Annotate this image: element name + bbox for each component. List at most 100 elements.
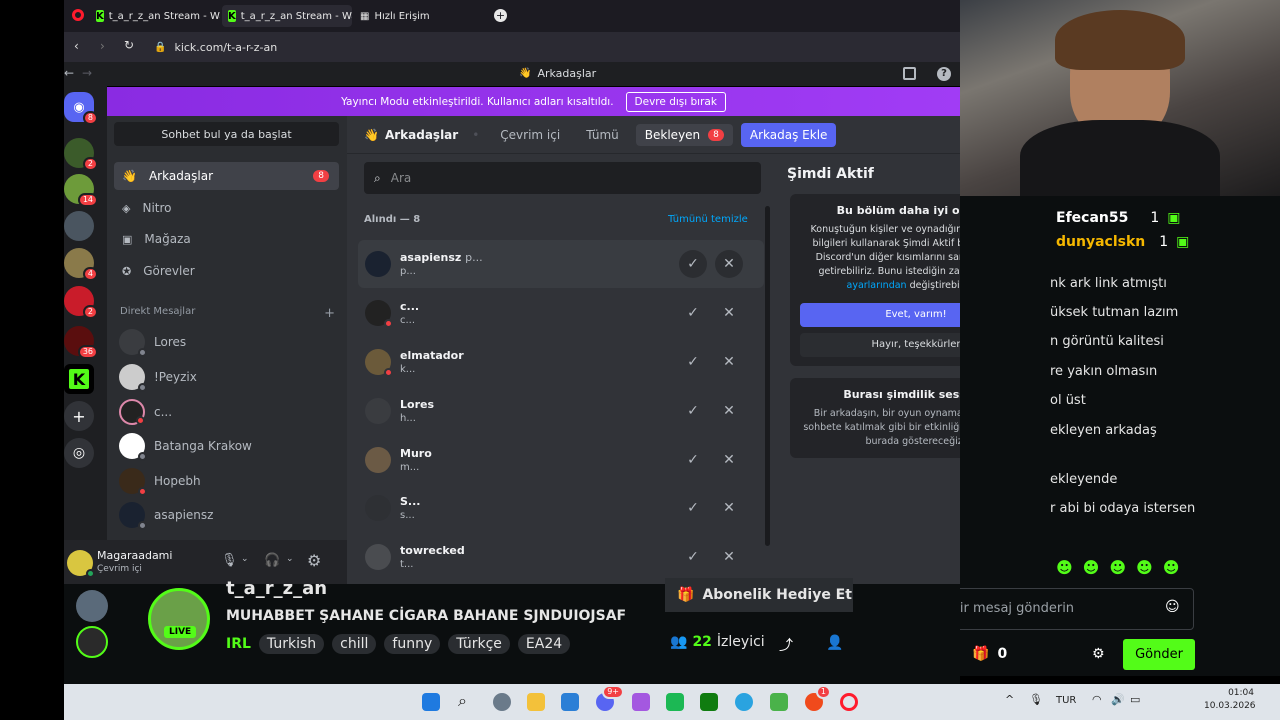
help-icon[interactable]: ? [937, 67, 951, 81]
pending-request-row[interactable]: S... s... ✓ ✕ [358, 484, 764, 532]
chat-username[interactable]: dunyaclskn [1056, 234, 1145, 250]
volume-icon[interactable]: 🔊 [1111, 693, 1125, 706]
reject-icon[interactable]: ✕ [715, 446, 743, 474]
follow-user-icon[interactable]: 👤 [826, 635, 843, 651]
friends-search-input[interactable]: ⌕ Ara [364, 162, 761, 194]
brave-icon[interactable]: 1 [805, 685, 831, 711]
file-explorer-icon[interactable] [527, 693, 545, 711]
accept-icon[interactable]: ✓ [679, 299, 707, 327]
accept-icon[interactable]: ✓ [679, 397, 707, 425]
nav-friends[interactable]: 👋 Arkadaşlar 8 [114, 162, 339, 190]
tab-all[interactable]: Tümü [577, 124, 628, 146]
app-icon[interactable] [666, 693, 684, 711]
inbox-icon[interactable] [903, 67, 916, 80]
chat-username[interactable]: Efecan55 [1056, 210, 1128, 226]
tab-stream-1[interactable]: K t_a_r_z_an Stream - Watch [90, 5, 220, 27]
tab-quick-access[interactable]: ▦ Hızlı Erişim [354, 5, 464, 27]
pending-request-row[interactable]: Muro m... ✓ ✕ [358, 436, 764, 484]
accept-icon[interactable]: ✓ [679, 446, 707, 474]
dm-item[interactable]: asapiensz [119, 500, 339, 530]
tag[interactable]: Turkish [258, 634, 325, 654]
start-icon[interactable] [422, 693, 440, 711]
server-icon-3[interactable]: 14 [64, 174, 98, 207]
xbox-icon[interactable] [700, 693, 718, 711]
user-avatar[interactable] [67, 550, 95, 578]
forward-icon[interactable]: › [100, 39, 105, 53]
tag[interactable]: EA24 [517, 634, 571, 654]
photos-icon[interactable] [561, 693, 579, 711]
back-arrow-icon[interactable]: ← [64, 66, 74, 80]
settings-icon[interactable] [493, 693, 511, 711]
app-icon[interactable] [770, 693, 788, 711]
forward-arrow-icon[interactable]: → [82, 66, 92, 80]
emote-row[interactable]: ☻☻☻☻☻ [1056, 558, 1189, 577]
accept-icon[interactable]: ✓ [679, 250, 707, 278]
clear-all-link[interactable]: Tümünü temizle [668, 214, 748, 225]
tag[interactable]: funny [384, 634, 441, 654]
nav-nitro[interactable]: ◈ Nitro [114, 194, 339, 222]
dm-item[interactable]: c... [119, 397, 339, 427]
app-icon[interactable] [632, 693, 650, 711]
pending-request-row[interactable]: towrecked t... ✓ ✕ [358, 533, 764, 581]
server-icon-4[interactable] [64, 211, 94, 241]
url-field[interactable]: 🔒 kick.com/t-a-r-z-an [154, 37, 954, 57]
send-button[interactable]: Gönder [1123, 639, 1195, 670]
server-icon-5[interactable]: 4 [64, 248, 98, 281]
sidebar-channel-avatar[interactable] [76, 590, 108, 622]
pending-request-row[interactable]: Lores h... ✓ ✕ [358, 387, 764, 435]
pending-request-row[interactable]: asapiensz p... p... ✓ ✕ [358, 240, 764, 288]
tag[interactable]: chill [332, 634, 377, 654]
tab-stream-2[interactable]: K t_a_r_z_an Stream - Watch [222, 5, 352, 27]
streamer-avatar[interactable] [148, 588, 210, 650]
chevron-up-icon[interactable]: ^ [1005, 693, 1014, 706]
reject-icon[interactable]: ✕ [715, 494, 743, 522]
add-dm-icon[interactable]: + [324, 306, 335, 321]
discord-home-icon[interactable]: ◉ 8 [64, 92, 98, 125]
reload-icon[interactable]: ↻ [124, 38, 134, 52]
dm-item[interactable]: Batanga Krakow [119, 431, 339, 461]
accept-icon[interactable]: ✓ [679, 494, 707, 522]
channel-name[interactable]: t_a_r_z_an [226, 578, 327, 599]
share-icon[interactable]: ⤴ [779, 635, 793, 655]
category-link[interactable]: IRL [226, 636, 251, 652]
search-icon[interactable]: ⌕ [458, 691, 467, 711]
telegram-icon[interactable] [735, 693, 753, 711]
accept-icon[interactable]: ✓ [679, 348, 707, 376]
reject-icon[interactable]: ✕ [715, 250, 743, 278]
server-icon-7[interactable]: 36 [64, 326, 98, 359]
settings-gear-icon[interactable]: ⚙ [307, 551, 321, 570]
pending-request-row[interactable]: elmatador k... ✓ ✕ [358, 338, 764, 386]
clock[interactable]: 01:04 10.03.2026 [1204, 688, 1256, 711]
add-friend-button[interactable]: Arkadaş Ekle [740, 122, 837, 147]
opera-icon[interactable] [72, 9, 84, 21]
gift-subscription-button[interactable]: 🎁 Abonelik Hediye Et [665, 578, 853, 612]
nav-quests[interactable]: ✪ Görevler [114, 257, 339, 285]
add-server-icon[interactable]: + [64, 401, 94, 431]
dm-item[interactable]: Lores [119, 327, 339, 357]
discord-taskbar-icon[interactable]: 9+ [596, 685, 624, 711]
kick-server-icon[interactable]: K [64, 364, 94, 394]
dm-item[interactable]: Hopebh [119, 466, 339, 496]
chat-settings-icon[interactable]: ⚙ [1092, 646, 1105, 662]
emoji-icon[interactable]: ☺ [1165, 599, 1180, 615]
tag[interactable]: Türkçe [448, 634, 510, 654]
explore-icon[interactable]: ◎ [64, 438, 94, 468]
pending-request-row[interactable]: c... c... ✓ ✕ [358, 289, 764, 337]
accept-icon[interactable]: ✓ [679, 543, 707, 571]
nav-shop[interactable]: ▣ Mağaza [114, 225, 339, 253]
microphone-icon[interactable]: 🎙 [221, 553, 238, 568]
new-tab-button[interactable]: + [494, 9, 507, 22]
chevron-down-icon[interactable]: ⌄ [286, 554, 294, 564]
reject-icon[interactable]: ✕ [715, 348, 743, 376]
wifi-icon[interactable]: ◠ [1092, 693, 1102, 706]
server-icon-tarzan[interactable]: 2 [64, 138, 98, 171]
opera-icon[interactable] [840, 693, 858, 711]
mic-tray-icon[interactable]: 🎙 [1029, 693, 1043, 706]
sidebar-channel-avatar[interactable] [76, 626, 108, 658]
back-icon[interactable]: ‹ [74, 39, 79, 53]
headphones-icon[interactable]: 🎧 [264, 553, 280, 568]
scrollbar[interactable] [765, 206, 770, 546]
battery-icon[interactable]: ▭ [1130, 693, 1140, 706]
dm-item[interactable]: !Peyzix [119, 362, 339, 392]
reject-icon[interactable]: ✕ [715, 543, 743, 571]
